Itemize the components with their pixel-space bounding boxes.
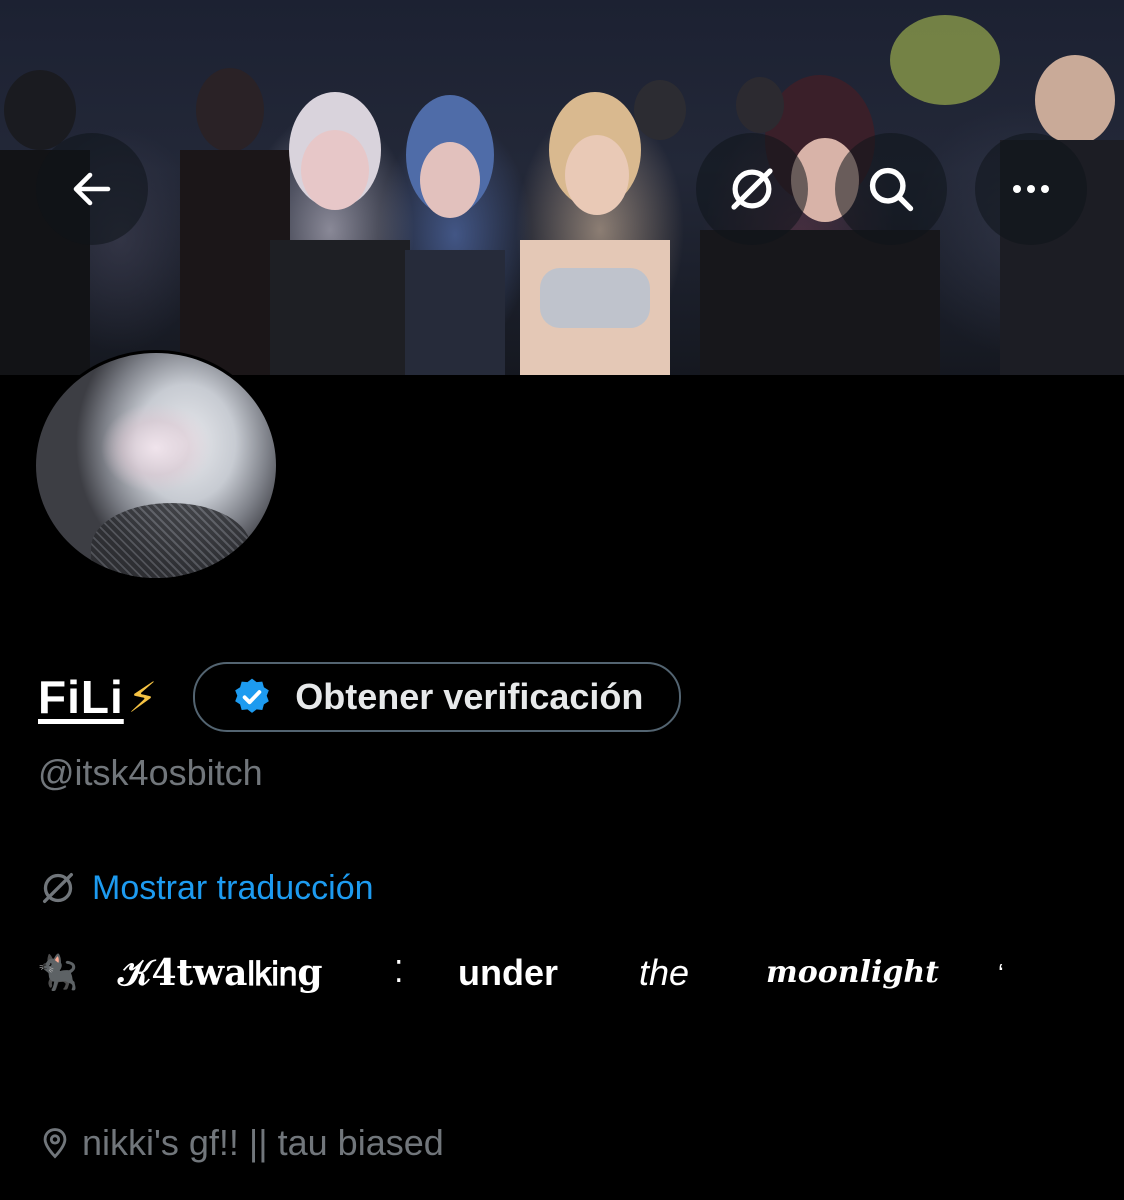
profile-banner[interactable] — [0, 0, 1124, 375]
get-verified-label: Obtener verificación — [295, 676, 644, 717]
bio-word-the: the — [639, 952, 690, 993]
bio: 🐈‍⬛ 𝒦4twa𝗅𝗄𝗂𝗇g ⁚ under the moonlight ‘ — [36, 950, 1116, 1000]
more-dots-icon — [1013, 185, 1049, 193]
location-pin-icon — [43, 1128, 67, 1159]
location-text: nikki's gf!! || tau biased — [82, 1122, 444, 1163]
bio-separator-end: ‘ — [998, 958, 1004, 988]
more-button[interactable] — [975, 133, 1087, 245]
lightning-emoji: ⚡ — [127, 673, 158, 721]
bio-word-katwalking: 𝒦4twa𝗅𝗄𝗂𝗇g — [118, 952, 323, 994]
location-row: nikki's gf!! || tau biased — [38, 1122, 444, 1164]
name-row: FiLi ⚡ Obtener verificación — [38, 662, 682, 732]
avatar[interactable] — [33, 350, 279, 581]
user-handle: @itsk4osbitch — [38, 752, 263, 793]
show-translation-link[interactable]: Mostrar traducción — [92, 869, 374, 908]
bio-word-under: under — [458, 952, 559, 993]
translate-globe-icon — [43, 873, 74, 903]
translate-row[interactable]: Mostrar traducción — [38, 868, 374, 908]
back-button[interactable] — [36, 133, 148, 245]
search-icon — [869, 167, 914, 212]
verified-badge-icon — [235, 678, 270, 713]
search-button[interactable] — [835, 133, 947, 245]
bio-separator: ⁚ — [394, 956, 404, 989]
avatar-photo-detail — [91, 503, 251, 578]
translate-button[interactable] — [696, 133, 808, 245]
display-name: FiLi — [38, 671, 124, 723]
arrow-left-icon — [73, 172, 111, 206]
banner-photo — [0, 15, 1124, 375]
cat-emoji: 🐈‍⬛ — [36, 954, 79, 992]
get-verified-button[interactable]: Obtener verificación — [193, 662, 682, 732]
translate-globe-icon — [731, 168, 773, 210]
bio-word-moonlight: moonlight — [766, 955, 940, 990]
